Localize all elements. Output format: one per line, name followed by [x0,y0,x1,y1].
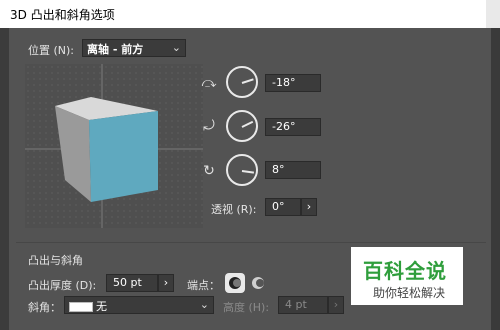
position-label: 位置 (N): [28,44,75,57]
rotation-x-dial[interactable] [226,66,258,98]
bevel-label: 斜角： [28,301,61,314]
left-edge [0,28,9,330]
watermark-title: 百科全说 [363,259,447,283]
bevel-height-value: 4 pt [285,298,307,311]
chevron-down-icon: ⌄ [171,41,181,54]
perspective-value: 0° [272,200,285,213]
position-value: 离轴 - 前方 [87,43,144,56]
cap-off-button[interactable] [248,273,268,293]
cap-on-icon [229,277,241,289]
watermark-subtitle: 助你轻松解决 [373,286,446,300]
chevron-down-icon: ⌄ [199,298,209,311]
rotation-preview[interactable] [25,64,203,228]
bevel-height-field[interactable]: 4 pt [278,296,328,314]
rotation-y-dial[interactable] [226,110,258,142]
bevel-swatch [69,302,93,312]
bevel-height-slider-button[interactable]: › [328,296,344,314]
dial-hand [241,170,255,174]
perspective-slider-button[interactable]: › [301,198,317,216]
cube-front-face [89,111,158,202]
watermark-logo: 百科全说 助你轻松解决 [351,247,463,305]
extrude-depth-slider-button[interactable]: › [158,274,174,292]
extrude-section-title: 凸出与斜角 [28,254,83,267]
extrude-depth-value: 50 pt [113,276,142,289]
dialog-title: 3D 凸出和斜角选项 [10,8,115,22]
bevel-height-label: 高度 (H): [223,301,270,314]
cap-on-button[interactable] [225,273,245,293]
cube-left-face [55,106,91,202]
section-divider [16,242,486,243]
bevel-value: 无 [96,300,107,313]
extrude-depth-field[interactable]: 50 pt [106,274,158,292]
bevel-dropdown[interactable]: 无 ⌄ [64,296,214,314]
rotate-y-icon: ⤾ [203,118,215,134]
dial-hand [241,120,254,128]
cap-label: 端点： [187,279,220,292]
extrude-depth-label: 凸出厚度 (D): [28,279,97,292]
perspective-field[interactable]: 0° [265,198,301,216]
rotation-z-value: 8° [272,163,285,176]
dialog-titlebar: 3D 凸出和斜角选项 [0,0,500,28]
position-dropdown[interactable]: 离轴 - 前方 ⌄ [82,39,186,57]
rotation-z-field[interactable]: 8° [265,161,321,179]
perspective-label: 透视 (R): [211,203,257,216]
cap-off-icon [252,277,264,289]
rotation-x-value: -18° [272,76,296,89]
rotation-z-dial[interactable] [226,154,258,186]
window-edge [486,0,500,28]
rotation-y-value: -26° [272,120,296,133]
rotation-y-field[interactable]: -26° [265,118,321,136]
right-edge [491,28,500,330]
dial-hand [241,78,254,84]
rotation-x-field[interactable]: -18° [265,74,321,92]
rotate-z-icon: ↻ [203,163,215,179]
rotate-x-icon: ⤼ [201,75,217,91]
cube-preview[interactable] [25,64,203,228]
